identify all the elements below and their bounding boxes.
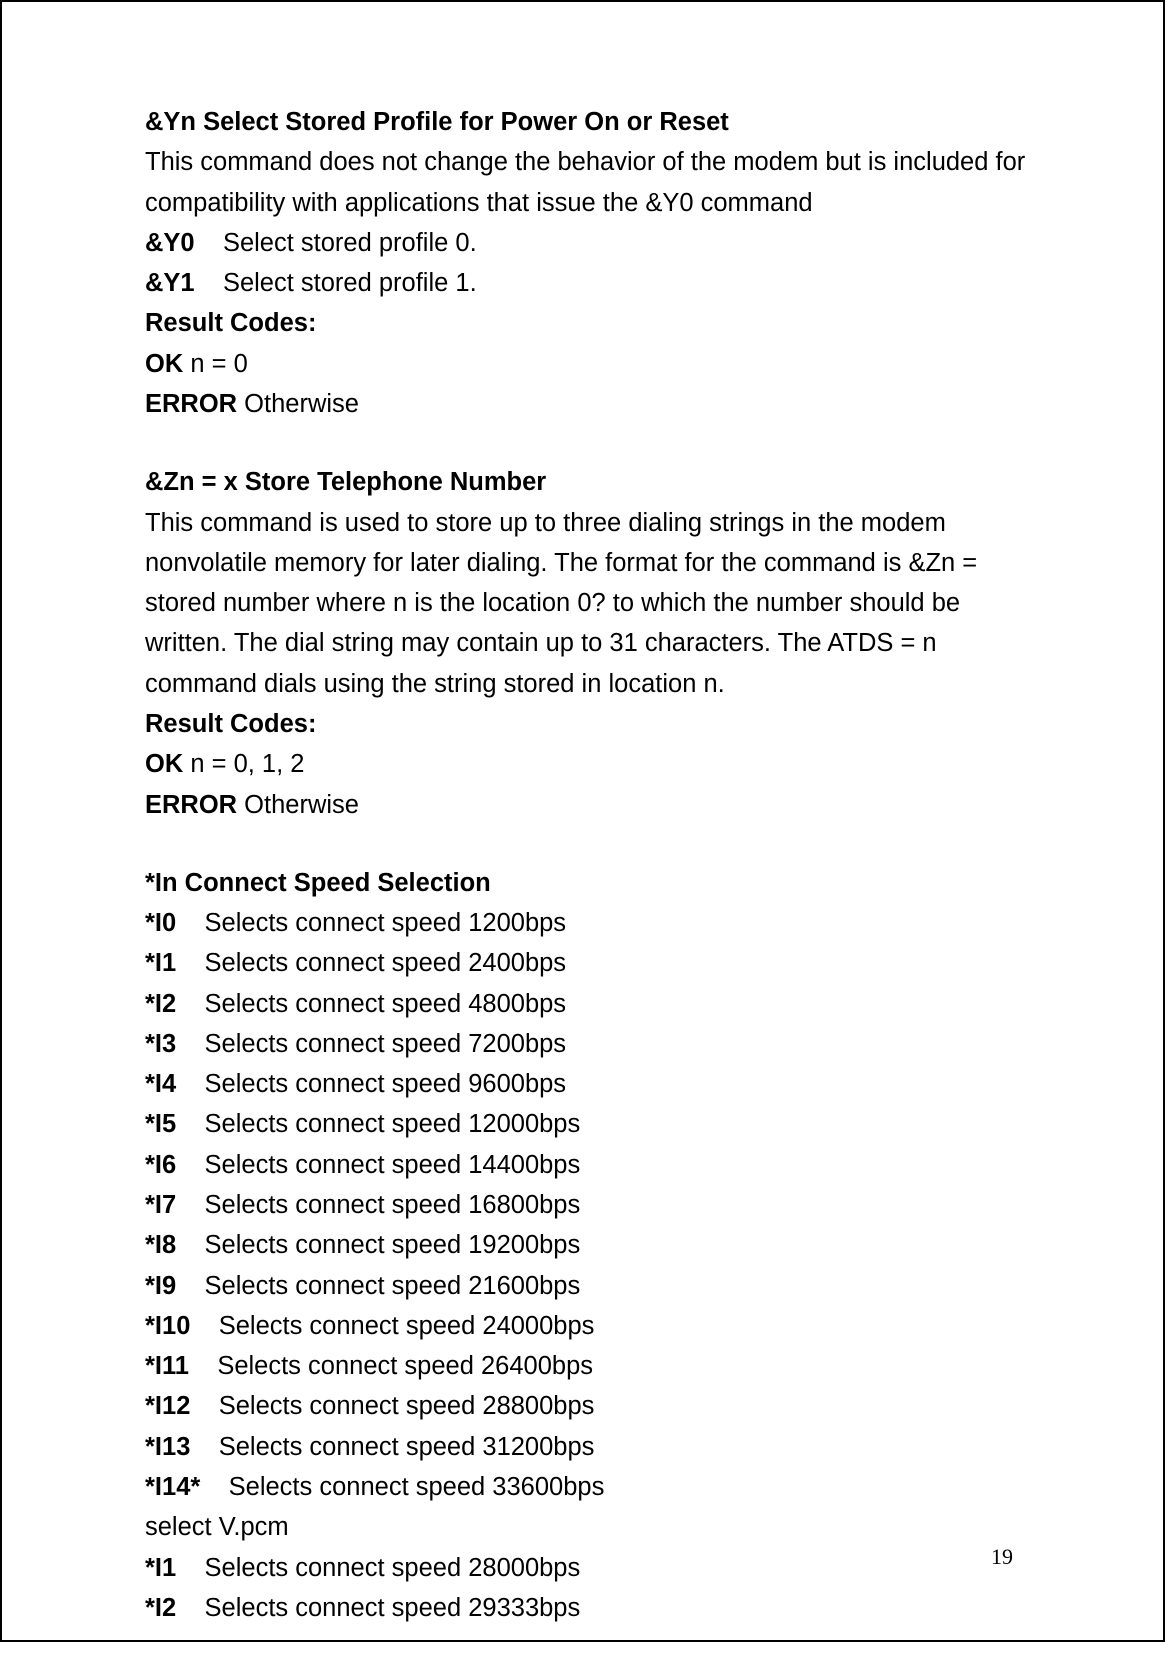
option-text: Selects connect speed 26400bps (217, 1352, 593, 1380)
option-text: Selects connect speed 9600bps (205, 1070, 567, 1098)
option-row: *I3 Selects connect speed 7200bps (145, 1024, 1043, 1064)
option-command: *I14* (145, 1473, 200, 1501)
option-command: *I5 (145, 1110, 176, 1138)
option-row: *I9 Selects connect speed 21600bps (145, 1266, 1043, 1306)
error-value: Otherwise (237, 791, 359, 819)
option-command: *I4 (145, 1070, 176, 1098)
option-command: *I1 (145, 949, 176, 977)
option-command: *I2 (145, 990, 176, 1018)
options-list: *I0 Selects connect speed 1200bps*I1 Sel… (145, 903, 1043, 1507)
result-codes-label: Result Codes: (145, 303, 1043, 343)
option-row: *I8 Selects connect speed 19200bps (145, 1225, 1043, 1265)
option-row: *I14* Selects connect speed 33600bps (145, 1467, 1043, 1507)
option-row: *I13 Selects connect speed 31200bps (145, 1427, 1043, 1467)
description: This command is used to store up to thre… (145, 503, 1043, 704)
option-row: *I0 Selects connect speed 1200bps (145, 903, 1043, 943)
option-text: Selects connect speed 33600bps (229, 1473, 605, 1501)
error-label: ERROR (145, 390, 237, 418)
ok-line: OK n = 0, 1, 2 (145, 744, 1043, 784)
option-text: Selects connect speed 12000bps (205, 1110, 581, 1138)
option-text: Selects connect speed 28000bps (205, 1554, 581, 1582)
ok-label: OK (145, 350, 183, 378)
section-zn: &Zn = x Store Telephone Number This comm… (145, 462, 1043, 825)
option-text: Selects connect speed 7200bps (205, 1030, 567, 1058)
option-row: *I7 Selects connect speed 16800bps (145, 1185, 1043, 1225)
section-yn: &Yn Select Stored Profile for Power On o… (145, 102, 1043, 424)
option-command: &Y0 (145, 229, 195, 257)
option-text: Selects connect speed 16800bps (205, 1191, 581, 1219)
option-command: &Y1 (145, 269, 195, 297)
option-row: *I11 Selects connect speed 26400bps (145, 1346, 1043, 1386)
error-value: Otherwise (237, 390, 359, 418)
option-text: Selects connect speed 2400bps (205, 949, 567, 977)
option-command: *I11 (145, 1352, 189, 1380)
option-text: Selects connect speed 21600bps (205, 1272, 581, 1300)
option-text: Selects connect speed 4800bps (205, 990, 567, 1018)
option-command: *I3 (145, 1030, 176, 1058)
option-text: Selects connect speed 14400bps (205, 1151, 581, 1179)
option-command: *I12 (145, 1392, 190, 1420)
option-text: Selects connect speed 31200bps (219, 1433, 595, 1461)
heading: &Zn = x Store Telephone Number (145, 462, 1043, 502)
heading: &Yn Select Stored Profile for Power On o… (145, 102, 1043, 142)
option-command: *I0 (145, 909, 176, 937)
ok-line: OK n = 0 (145, 344, 1043, 384)
option-text: Selects connect speed 19200bps (205, 1231, 581, 1259)
option-command: *I8 (145, 1231, 176, 1259)
option-row: *I12 Selects connect speed 28800bps (145, 1386, 1043, 1426)
option-row: *I10 Selects connect speed 24000bps (145, 1306, 1043, 1346)
option-command: *I9 (145, 1272, 176, 1300)
option-text: Selects connect speed 1200bps (205, 909, 567, 937)
option-row: *I2 Selects connect speed 4800bps (145, 984, 1043, 1024)
option-text: Selects connect speed 29333bps (205, 1594, 581, 1622)
section-in: *In Connect Speed Selection *I0 Selects … (145, 863, 1043, 1628)
page-content: &Yn Select Stored Profile for Power On o… (145, 102, 1043, 1666)
ok-value: n = 0 (183, 350, 248, 378)
option-text: Selects connect speed 24000bps (219, 1312, 595, 1340)
option-command: *I1 (145, 1554, 176, 1582)
result-codes-label: Result Codes: (145, 704, 1043, 744)
option-text: Select stored profile 0. (223, 229, 477, 257)
heading: *In Connect Speed Selection (145, 863, 1043, 903)
option-row: *I1 Selects connect speed 2400bps (145, 943, 1043, 983)
option-command: *I6 (145, 1151, 176, 1179)
ok-value: n = 0, 1, 2 (183, 750, 304, 778)
error-line: ERROR Otherwise (145, 785, 1043, 825)
option-row: *I2 Selects connect speed 29333bps (145, 1588, 1043, 1628)
error-line: ERROR Otherwise (145, 384, 1043, 424)
option-row: &Y1 Select stored profile 1. (145, 263, 1043, 303)
option-command: *I10 (145, 1312, 190, 1340)
option-command: *I13 (145, 1433, 190, 1461)
error-label: ERROR (145, 791, 237, 819)
option-row: &Y0 Select stored profile 0. (145, 223, 1043, 263)
option-row: *I5 Selects connect speed 12000bps (145, 1104, 1043, 1144)
note: select V.pcm (145, 1507, 1043, 1547)
document-page: &Yn Select Stored Profile for Power On o… (0, 0, 1165, 1642)
options-list-2: *I1 Selects connect speed 28000bps*I2 Se… (145, 1548, 1043, 1629)
option-text: Selects connect speed 28800bps (219, 1392, 595, 1420)
option-row: *I4 Selects connect speed 9600bps (145, 1064, 1043, 1104)
option-row: *I6 Selects connect speed 14400bps (145, 1145, 1043, 1185)
option-command: *I7 (145, 1191, 176, 1219)
ok-label: OK (145, 750, 183, 778)
options-list: &Y0 Select stored profile 0.&Y1 Select s… (145, 223, 1043, 304)
option-text: Select stored profile 1. (223, 269, 477, 297)
option-row: *I1 Selects connect speed 28000bps (145, 1548, 1043, 1588)
page-number: 19 (991, 1544, 1013, 1570)
description: This command does not change the behavio… (145, 142, 1043, 223)
option-command: *I2 (145, 1594, 176, 1622)
